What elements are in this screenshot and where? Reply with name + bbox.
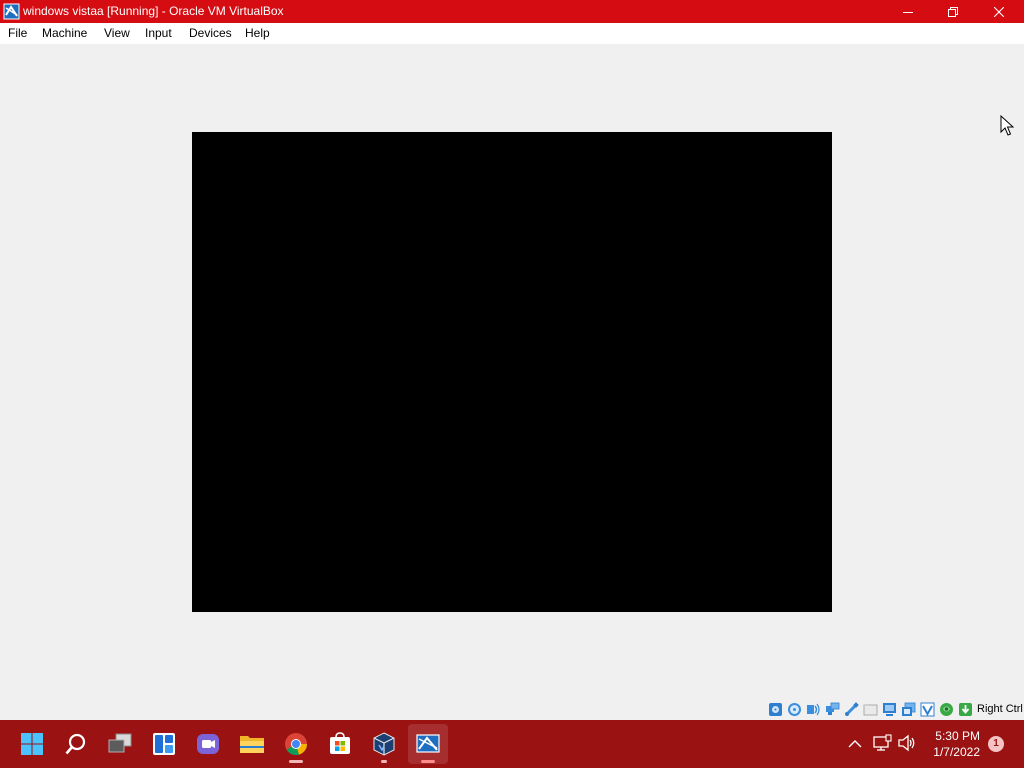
virtualbox-button[interactable]: [364, 724, 404, 764]
shared-folders-icon[interactable]: [863, 702, 878, 717]
store-icon: [330, 732, 350, 754]
running-indicator: [289, 760, 303, 763]
menu-input[interactable]: Input: [145, 26, 172, 41]
mouse-cursor-icon: [1000, 115, 1014, 136]
menu-machine[interactable]: Machine: [42, 26, 87, 41]
file-explorer-button[interactable]: [232, 724, 272, 764]
store-button[interactable]: [320, 724, 360, 764]
mouse-integration-icon[interactable]: [939, 702, 954, 717]
search-button[interactable]: [56, 724, 96, 764]
vm-window-icon: [416, 734, 440, 753]
minimize-button[interactable]: [885, 0, 931, 23]
virtualbox-window: windows vistaa [Running] - Oracle VM Vir…: [0, 0, 1024, 720]
chrome-button[interactable]: [276, 724, 316, 764]
host-key-label: Right Ctrl: [977, 703, 1023, 715]
task-view-button[interactable]: [100, 724, 140, 764]
search-icon: [65, 733, 86, 755]
menu-devices[interactable]: Devices: [189, 26, 232, 41]
task-view-icon: [108, 733, 132, 753]
hard-disk-icon[interactable]: [768, 702, 783, 717]
taskbar: [0, 720, 1024, 768]
menu-file[interactable]: File: [8, 26, 27, 41]
virtualization-icon[interactable]: [920, 702, 935, 717]
chevron-up-icon[interactable]: [845, 734, 865, 754]
restore-icon: [948, 6, 958, 17]
display-icon[interactable]: [882, 702, 897, 717]
host-key-icon[interactable]: [958, 702, 973, 717]
recording-icon[interactable]: [901, 702, 916, 717]
vm-window-button[interactable]: [408, 724, 448, 764]
widgets-button[interactable]: [144, 724, 184, 764]
active-indicator: [421, 760, 435, 763]
usb-icon[interactable]: [844, 702, 859, 717]
close-button[interactable]: [976, 0, 1022, 23]
volume-icon[interactable]: [897, 733, 917, 753]
status-bar: Right Ctrl: [0, 698, 1024, 720]
optical-drive-icon[interactable]: [787, 702, 802, 717]
audio-icon[interactable]: [806, 702, 821, 717]
clock-date[interactable]: 1/7/2022: [924, 745, 980, 759]
virtualbox-icon: [373, 732, 395, 756]
clock-time[interactable]: 5:30 PM: [924, 729, 980, 743]
menu-view[interactable]: View: [104, 26, 130, 41]
widgets-icon: [153, 733, 175, 755]
network-status-icon[interactable]: [872, 733, 892, 753]
chat-button[interactable]: [188, 724, 228, 764]
vm-app-icon: [3, 3, 20, 20]
restore-button[interactable]: [930, 0, 976, 23]
vm-display[interactable]: [192, 132, 832, 612]
start-button[interactable]: [12, 724, 52, 764]
chrome-icon: [285, 733, 307, 756]
menu-help[interactable]: Help: [245, 26, 270, 41]
start-icon: [21, 733, 43, 755]
network-icon[interactable]: [825, 702, 840, 717]
chat-icon: [197, 734, 219, 754]
minimize-icon: [903, 11, 913, 13]
file-explorer-icon: [240, 736, 264, 753]
window-title: windows vistaa [Running] - Oracle VM Vir…: [23, 4, 284, 18]
title-bar[interactable]: windows vistaa [Running] - Oracle VM Vir…: [0, 0, 1024, 23]
menu-bar: File Machine View Input Devices Help: [0, 23, 1024, 44]
running-indicator: [381, 760, 387, 763]
close-icon: [994, 6, 1004, 17]
notification-badge[interactable]: 1: [988, 736, 1004, 752]
